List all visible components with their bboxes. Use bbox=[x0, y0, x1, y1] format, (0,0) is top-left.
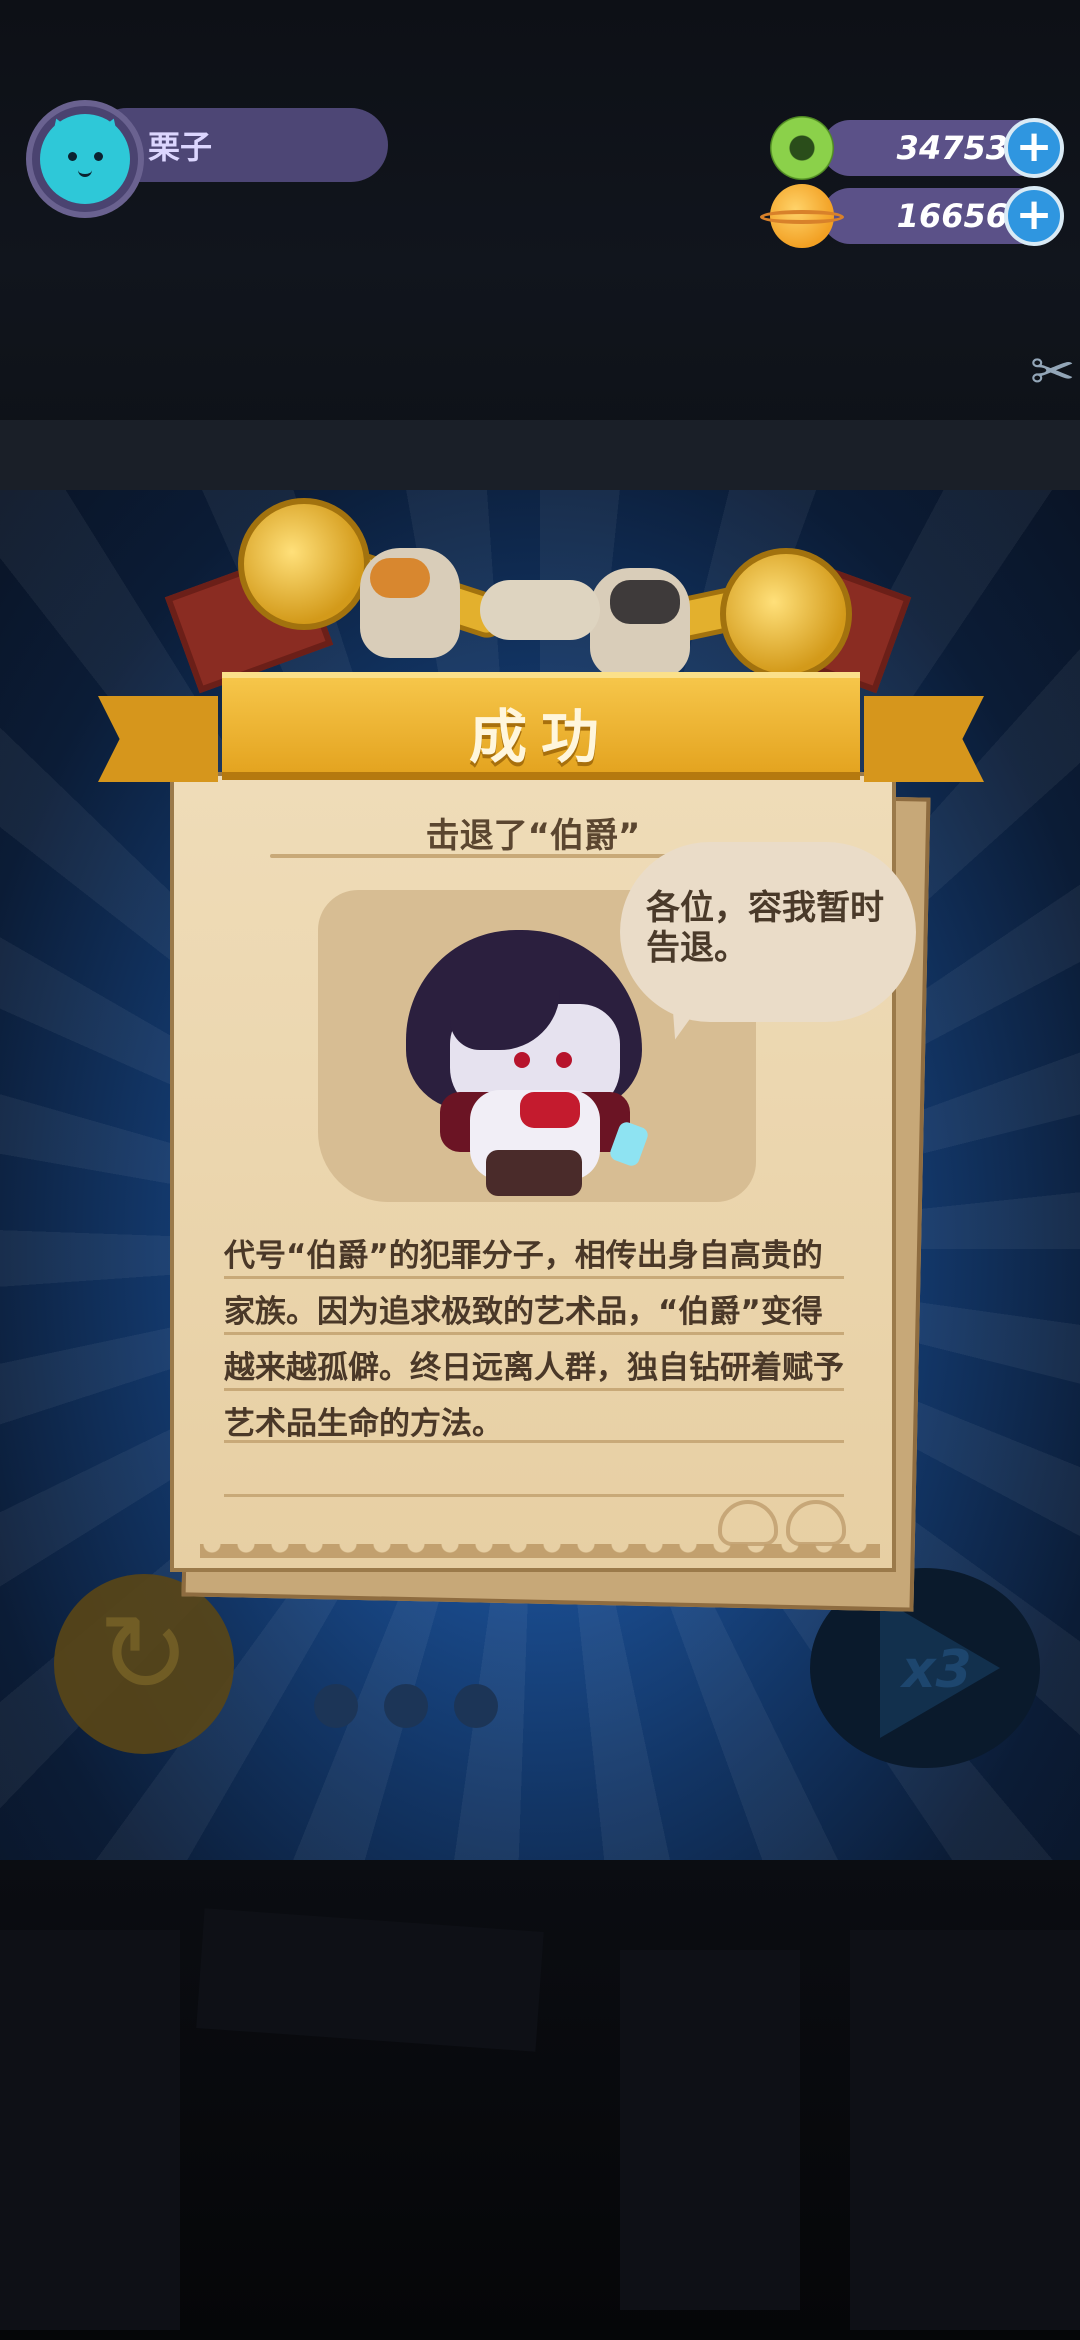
cat-trumpeter-orange bbox=[360, 548, 460, 658]
description-line: 艺术品生命的方法。 bbox=[224, 1406, 503, 1442]
villain-eye bbox=[514, 1052, 530, 1068]
background-prop bbox=[620, 1950, 800, 2310]
villain-description: 代号“伯爵”的犯罪分子，相传出身自高贵的 家族。因为追求极致的艺术品，“伯爵”变… bbox=[224, 1228, 844, 1452]
currency-gems-value: 34753 bbox=[896, 129, 1008, 167]
page-dot bbox=[384, 1684, 428, 1728]
background-prop bbox=[850, 1930, 1080, 2330]
background-prop bbox=[196, 1908, 544, 2052]
retry-icon: ↻ bbox=[97, 1590, 191, 1718]
villain-legs bbox=[486, 1150, 582, 1196]
page-dot bbox=[454, 1684, 498, 1728]
retry-button[interactable]: ↻ bbox=[54, 1574, 234, 1754]
success-title: 成功 bbox=[468, 703, 613, 771]
add-gems-button[interactable]: + bbox=[1004, 118, 1064, 178]
background-prop bbox=[0, 1930, 180, 2330]
trumpet-bell-icon bbox=[720, 548, 852, 680]
add-coins-button[interactable]: + bbox=[1004, 186, 1064, 246]
scissors-icon[interactable]: ✂ bbox=[1030, 340, 1080, 420]
villain-eye bbox=[556, 1052, 572, 1068]
divider bbox=[224, 1494, 844, 1497]
cat-trumpeter-black bbox=[590, 568, 690, 678]
divider bbox=[224, 1388, 844, 1391]
divider bbox=[224, 1276, 844, 1279]
paper-scallop-edge bbox=[200, 1544, 880, 1558]
villain-bow bbox=[520, 1092, 580, 1128]
planet-coin-icon bbox=[760, 184, 844, 248]
speech-text: 各位，容我暂时告退。 bbox=[646, 888, 884, 968]
page-dot bbox=[314, 1684, 358, 1728]
cloud-decoration bbox=[480, 580, 600, 640]
divider bbox=[224, 1440, 844, 1443]
player-name: 栗子 bbox=[148, 128, 213, 166]
divider bbox=[224, 1332, 844, 1335]
currency-coins-value: 16656 bbox=[896, 197, 1008, 235]
green-gem-coin-icon bbox=[770, 116, 834, 180]
trumpet-bell-icon bbox=[238, 498, 370, 630]
speed-label: x3 bbox=[902, 1640, 972, 1700]
background-shelf bbox=[0, 420, 1080, 496]
cat-face-icon[interactable] bbox=[40, 113, 130, 204]
